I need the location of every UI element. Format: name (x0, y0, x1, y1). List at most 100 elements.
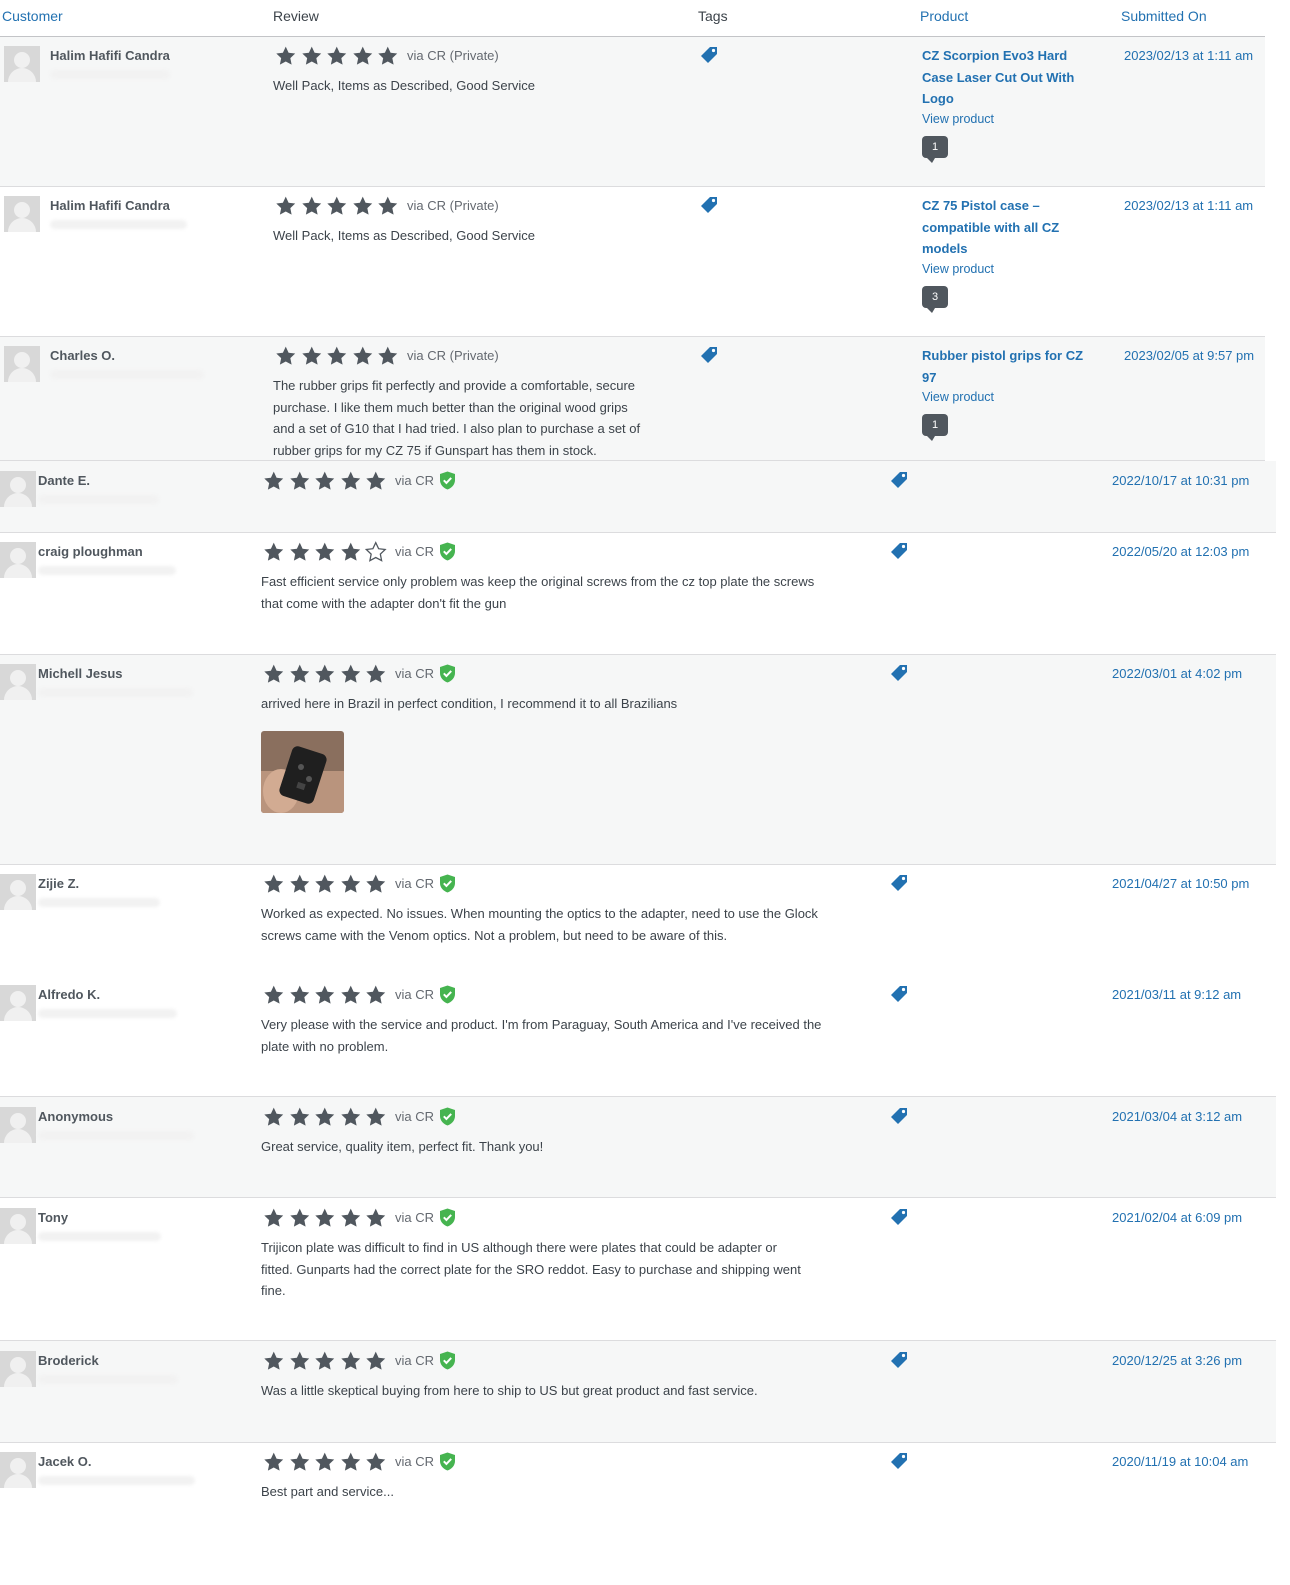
submitted-date-link[interactable]: 2021/03/11 at 9:12 am (1112, 987, 1241, 1002)
star-empty-icon (363, 541, 389, 563)
product-link[interactable]: Case Laser Cut Out With (922, 67, 1097, 89)
tag-icon[interactable] (889, 1208, 909, 1228)
customer-name[interactable]: Broderick (38, 1353, 99, 1368)
submitted-date-link[interactable]: 2020/11/19 at 10:04 am (1112, 1454, 1248, 1469)
star-filled-icon (375, 45, 401, 67)
customer-name[interactable]: Halim Hafifi Candra (50, 48, 170, 63)
star-filled-icon (338, 873, 364, 895)
submitted-date-link[interactable]: 2022/05/20 at 12:03 pm (1112, 544, 1249, 559)
review-photo-thumbnail[interactable] (261, 731, 344, 813)
table-row (0, 1097, 1276, 1198)
submitted-date-link[interactable]: 2023/02/13 at 1:11 am (1124, 48, 1253, 63)
tag-icon[interactable] (889, 874, 909, 894)
tag-icon[interactable] (889, 1351, 909, 1371)
avatar (0, 542, 36, 578)
star-rating (261, 873, 389, 895)
customer-name[interactable]: craig ploughman (38, 544, 143, 559)
column-customer[interactable]: Customer (2, 8, 63, 24)
customer-name[interactable]: Halim Hafifi Candra (50, 198, 170, 213)
redacted-email (50, 370, 204, 379)
product-link[interactable]: CZ Scorpion Evo3 Hard (922, 45, 1097, 67)
star-filled-icon (261, 541, 287, 563)
submitted-date-link[interactable]: 2023/02/13 at 1:11 am (1124, 198, 1253, 213)
review-count-badge[interactable]: 1 (922, 414, 948, 441)
customer-name[interactable]: Michell Jesus (38, 666, 123, 681)
customer-name[interactable]: Zijie Z. (38, 876, 79, 891)
star-filled-icon (287, 1106, 313, 1128)
avatar (0, 874, 36, 910)
view-product-link[interactable]: View product (922, 390, 994, 404)
tag-icon[interactable] (699, 46, 719, 66)
product-link[interactable]: Rubber pistol grips for CZ (922, 345, 1097, 367)
star-filled-icon (273, 45, 299, 67)
product-link[interactable]: Logo (922, 88, 1097, 110)
submitted-date-link[interactable]: 2022/10/17 at 10:31 pm (1112, 473, 1249, 488)
tag-icon[interactable] (889, 1107, 909, 1127)
tag-icon[interactable] (889, 542, 909, 562)
submitted-date-link[interactable]: 2020/12/25 at 3:26 pm (1112, 1353, 1242, 1368)
review-text-line: screws came with the Venom optics. Not a… (261, 927, 728, 943)
submitted-date-link[interactable]: 2021/04/27 at 10:50 pm (1112, 876, 1249, 891)
product-link[interactable]: models (922, 238, 1097, 260)
customer-name[interactable]: Dante E. (38, 473, 90, 488)
column-tags: Tags (698, 8, 728, 24)
avatar (0, 1452, 36, 1488)
star-filled-icon (312, 1207, 338, 1229)
star-filled-icon (287, 470, 313, 492)
tag-icon[interactable] (889, 985, 909, 1005)
verified-shield-icon (439, 874, 456, 893)
review-count-badge[interactable]: 3 (922, 285, 948, 313)
view-product-link[interactable]: View product (922, 262, 994, 276)
customer-name[interactable]: Tony (38, 1210, 68, 1225)
redacted-email (50, 70, 170, 79)
submitted-date-link[interactable]: 2021/02/04 at 6:09 pm (1112, 1210, 1242, 1225)
submitted-date-link[interactable]: 2022/03/01 at 4:02 pm (1112, 666, 1242, 681)
star-filled-icon (261, 1350, 287, 1372)
star-rating (261, 470, 389, 492)
verified-shield-icon (439, 542, 456, 561)
star-filled-icon (287, 541, 313, 563)
star-filled-icon (287, 1451, 313, 1473)
star-filled-icon (261, 984, 287, 1006)
review-text-line: rubber grips for my CZ 75 if Gunspart ha… (273, 442, 597, 458)
column-product[interactable]: Product (920, 8, 968, 24)
table-row (0, 533, 1276, 655)
column-review: Review (273, 8, 319, 24)
view-product-link[interactable]: View product (922, 112, 994, 126)
star-filled-icon (261, 470, 287, 492)
star-filled-icon (324, 45, 350, 67)
star-filled-icon (287, 873, 313, 895)
table-row (0, 1443, 1276, 1585)
redacted-email (38, 688, 193, 697)
review-count-badge[interactable]: 1 (922, 135, 948, 163)
customer-name[interactable]: Anonymous (38, 1109, 113, 1124)
star-filled-icon (312, 1451, 338, 1473)
product-link[interactable]: CZ 75 Pistol case – (922, 195, 1097, 217)
product-link[interactable]: 97 (922, 367, 1097, 389)
tag-icon[interactable] (889, 471, 909, 491)
star-rating (273, 195, 401, 217)
product-link[interactable]: compatible with all CZ (922, 217, 1097, 239)
star-filled-icon (312, 1106, 338, 1128)
tag-icon[interactable] (889, 1452, 909, 1472)
submitted-date-link[interactable]: 2021/03/04 at 3:12 am (1112, 1109, 1242, 1124)
column-submitted-on[interactable]: Submitted On (1121, 8, 1207, 24)
submitted-date-link[interactable]: 2023/02/05 at 9:57 pm (1124, 348, 1254, 363)
tag-icon[interactable] (889, 664, 909, 684)
star-filled-icon (363, 873, 389, 895)
star-filled-icon (363, 1350, 389, 1372)
review-text-line: Very please with the service and product… (261, 1017, 822, 1032)
star-rating (261, 1106, 389, 1128)
customer-name[interactable]: Charles O. (50, 348, 115, 363)
redacted-email (50, 220, 187, 229)
star-filled-icon (312, 541, 338, 563)
review-source: via CR (395, 1454, 435, 1469)
review-text: Great service, quality item, perfect fit… (261, 1139, 544, 1154)
customer-name[interactable]: Jacek O. (38, 1454, 92, 1469)
tag-icon[interactable] (699, 196, 719, 216)
tag-icon[interactable] (699, 346, 719, 366)
customer-name[interactable]: Alfredo K. (38, 987, 100, 1002)
redacted-email (38, 1009, 177, 1018)
star-filled-icon (350, 45, 376, 67)
star-rating (261, 541, 389, 563)
